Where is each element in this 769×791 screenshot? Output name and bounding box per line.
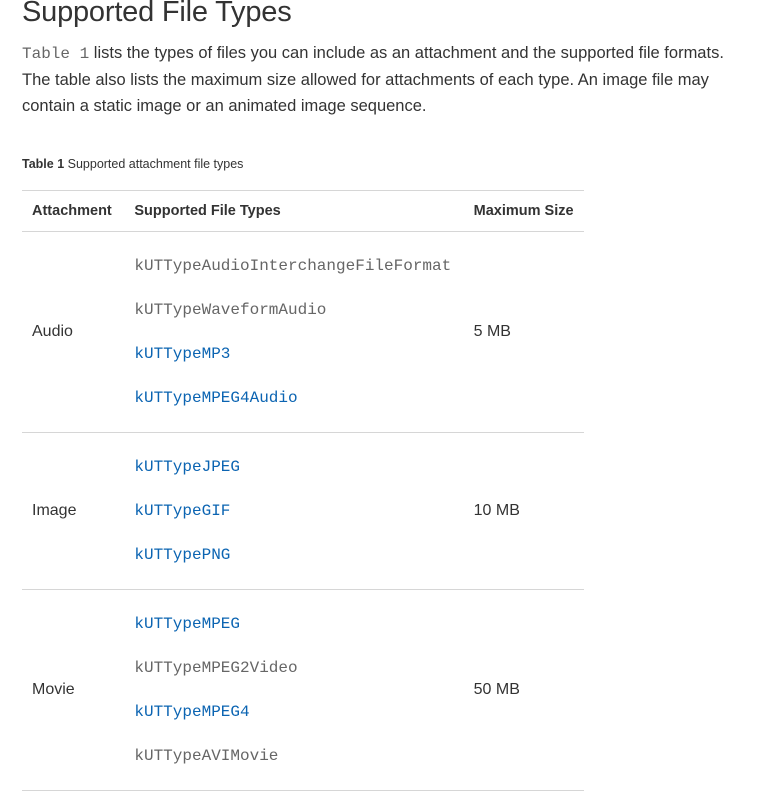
max-size-cell: 10 MB	[463, 432, 584, 590]
file-type-link[interactable]: kUTTypeMPEG	[134, 602, 453, 646]
table-header-row: Attachment Supported File Types Maximum …	[22, 190, 584, 232]
intro-paragraph: Table 1 lists the types of files you can…	[22, 40, 742, 119]
file-type-code: kUTTypeAVIMovie	[134, 747, 279, 765]
table-row-image: Image kUTTypeJPEG kUTTypeGIF kUTTypePNG …	[22, 432, 584, 590]
file-type-link[interactable]: kUTTypeMPEG4	[134, 690, 453, 734]
max-size-cell: 50 MB	[463, 589, 584, 791]
header-maximum-size: Maximum Size	[463, 190, 584, 232]
file-types-table: Attachment Supported File Types Maximum …	[22, 190, 584, 791]
file-types-cell: kUTTypeJPEG kUTTypeGIF kUTTypePNG	[124, 432, 464, 590]
table-caption: Table 1 Supported attachment file types	[22, 157, 752, 171]
table-caption-text: Supported attachment file types	[64, 157, 244, 171]
intro-text: lists the types of files you can include…	[22, 44, 724, 115]
file-type-code: kUTTypeWaveformAudio	[134, 301, 327, 319]
header-supported-file-types: Supported File Types	[124, 190, 464, 232]
file-type-link[interactable]: kUTTypeGIF	[134, 489, 453, 533]
document-page: Supported File Types Table 1 lists the t…	[22, 0, 752, 791]
max-size-cell: 5 MB	[463, 231, 584, 433]
attachment-cell: Movie	[22, 589, 125, 791]
file-types-cell: kUTTypeMPEG kUTTypeMPEG2Video kUTTypeMPE…	[124, 589, 464, 791]
table-caption-label: Table 1	[22, 157, 65, 171]
header-attachment: Attachment	[22, 190, 125, 232]
file-type-code: kUTTypeMPEG2Video	[134, 659, 298, 677]
file-types-cell: kUTTypeAudioInterchangeFileFormat kUTTyp…	[124, 231, 464, 433]
attachment-cell: Image	[22, 432, 125, 590]
file-type-link[interactable]: kUTTypeJPEG	[134, 445, 453, 489]
page-title: Supported File Types	[22, 0, 292, 28]
table-row-audio: Audio kUTTypeAudioInterchangeFileFormat …	[22, 231, 584, 433]
file-type-link[interactable]: kUTTypeMP3	[134, 332, 453, 376]
file-type-link[interactable]: kUTTypePNG	[134, 533, 453, 577]
file-type-link[interactable]: kUTTypeMPEG4Audio	[134, 376, 453, 420]
table-row-movie: Movie kUTTypeMPEG kUTTypeMPEG2Video kUTT…	[22, 589, 584, 791]
attachment-cell: Audio	[22, 231, 125, 433]
file-type-code: kUTTypeAudioInterchangeFileFormat	[134, 257, 452, 275]
table-reference-code: Table 1	[22, 45, 90, 63]
